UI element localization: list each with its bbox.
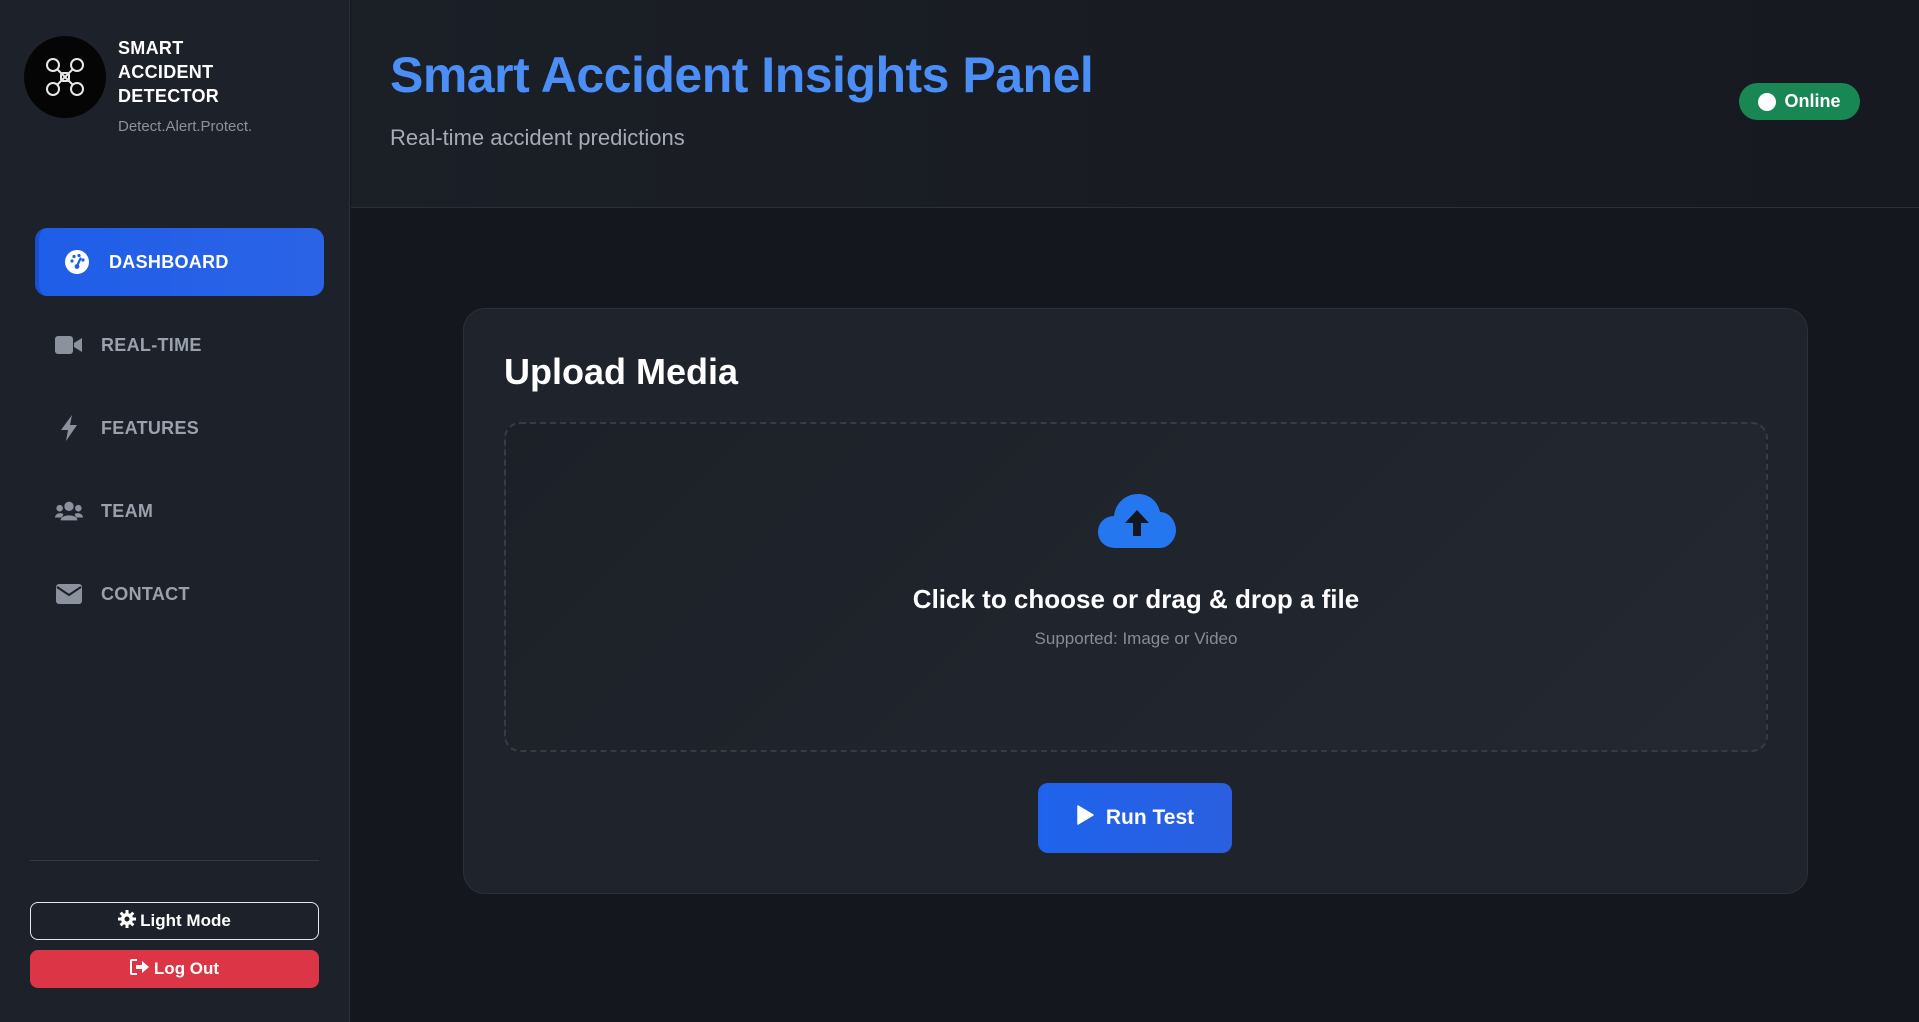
upload-card: Upload Media Click to choose or drag & d… <box>463 308 1808 894</box>
sidebar-item-contact[interactable]: CONTACT <box>35 560 324 628</box>
run-test-button[interactable]: Run Test <box>1038 783 1232 853</box>
sidebar-item-real-time[interactable]: REAL-TIME <box>35 311 324 379</box>
envelope-icon <box>55 580 83 608</box>
sidebar-item-features[interactable]: FEATURES <box>35 394 324 462</box>
logout-label: Log Out <box>153 959 220 978</box>
sidebar-item-label: TEAM <box>101 500 154 521</box>
light-mode-button[interactable]: Light Mode <box>30 902 319 940</box>
file-dropzone[interactable]: Click to choose or drag & drop a file Su… <box>504 422 1768 752</box>
sign-out-icon <box>129 958 150 980</box>
header: Smart Accident Insights Panel Real-time … <box>351 0 1919 208</box>
video-camera-icon <box>55 331 83 359</box>
cloud-upload-icon <box>1098 494 1176 555</box>
light-mode-label: Light Mode <box>140 911 231 930</box>
drone-icon <box>24 36 106 118</box>
sidebar-divider <box>30 860 319 861</box>
status-dot-icon <box>1758 92 1777 111</box>
dashboard-gauge-icon <box>63 248 91 276</box>
dropzone-title: Click to choose or drag & drop a file <box>912 584 1360 614</box>
sidebar-item-team[interactable]: TEAM <box>35 477 324 545</box>
status-badge: Online <box>1739 83 1860 120</box>
logout-button[interactable]: Log Out <box>30 950 319 988</box>
sidebar-item-dashboard[interactable]: DASHBOARD <box>35 228 324 296</box>
users-icon <box>55 497 83 525</box>
play-icon <box>1076 805 1094 831</box>
dropzone-hint: Supported: Image or Video <box>1034 629 1238 648</box>
brand: SMART ACCIDENT DETECTOR Detect.Alert.Pro… <box>24 36 252 135</box>
brand-title: SMART ACCIDENT DETECTOR <box>118 38 220 106</box>
sidebar-item-label: DASHBOARD <box>109 251 229 272</box>
brand-tagline: Detect.Alert.Protect. <box>118 118 253 135</box>
sidebar-item-label: REAL-TIME <box>101 334 202 355</box>
sidebar-item-label: FEATURES <box>101 417 200 438</box>
upload-card-title: Upload Media <box>504 351 739 392</box>
sidebar: SMART ACCIDENT DETECTOR Detect.Alert.Pro… <box>0 0 350 1022</box>
run-test-label: Run Test <box>1105 806 1195 829</box>
page-title: Smart Accident Insights Panel <box>390 47 1094 103</box>
sidebar-nav: DASHBOARD REAL-TIME FEATURES TEAM CONTAC… <box>35 228 324 643</box>
sidebar-item-label: CONTACT <box>101 583 190 604</box>
status-label: Online <box>1784 91 1841 111</box>
gear-icon <box>118 909 137 933</box>
page-subtitle: Real-time accident predictions <box>390 125 685 150</box>
bolt-icon <box>55 414 83 442</box>
